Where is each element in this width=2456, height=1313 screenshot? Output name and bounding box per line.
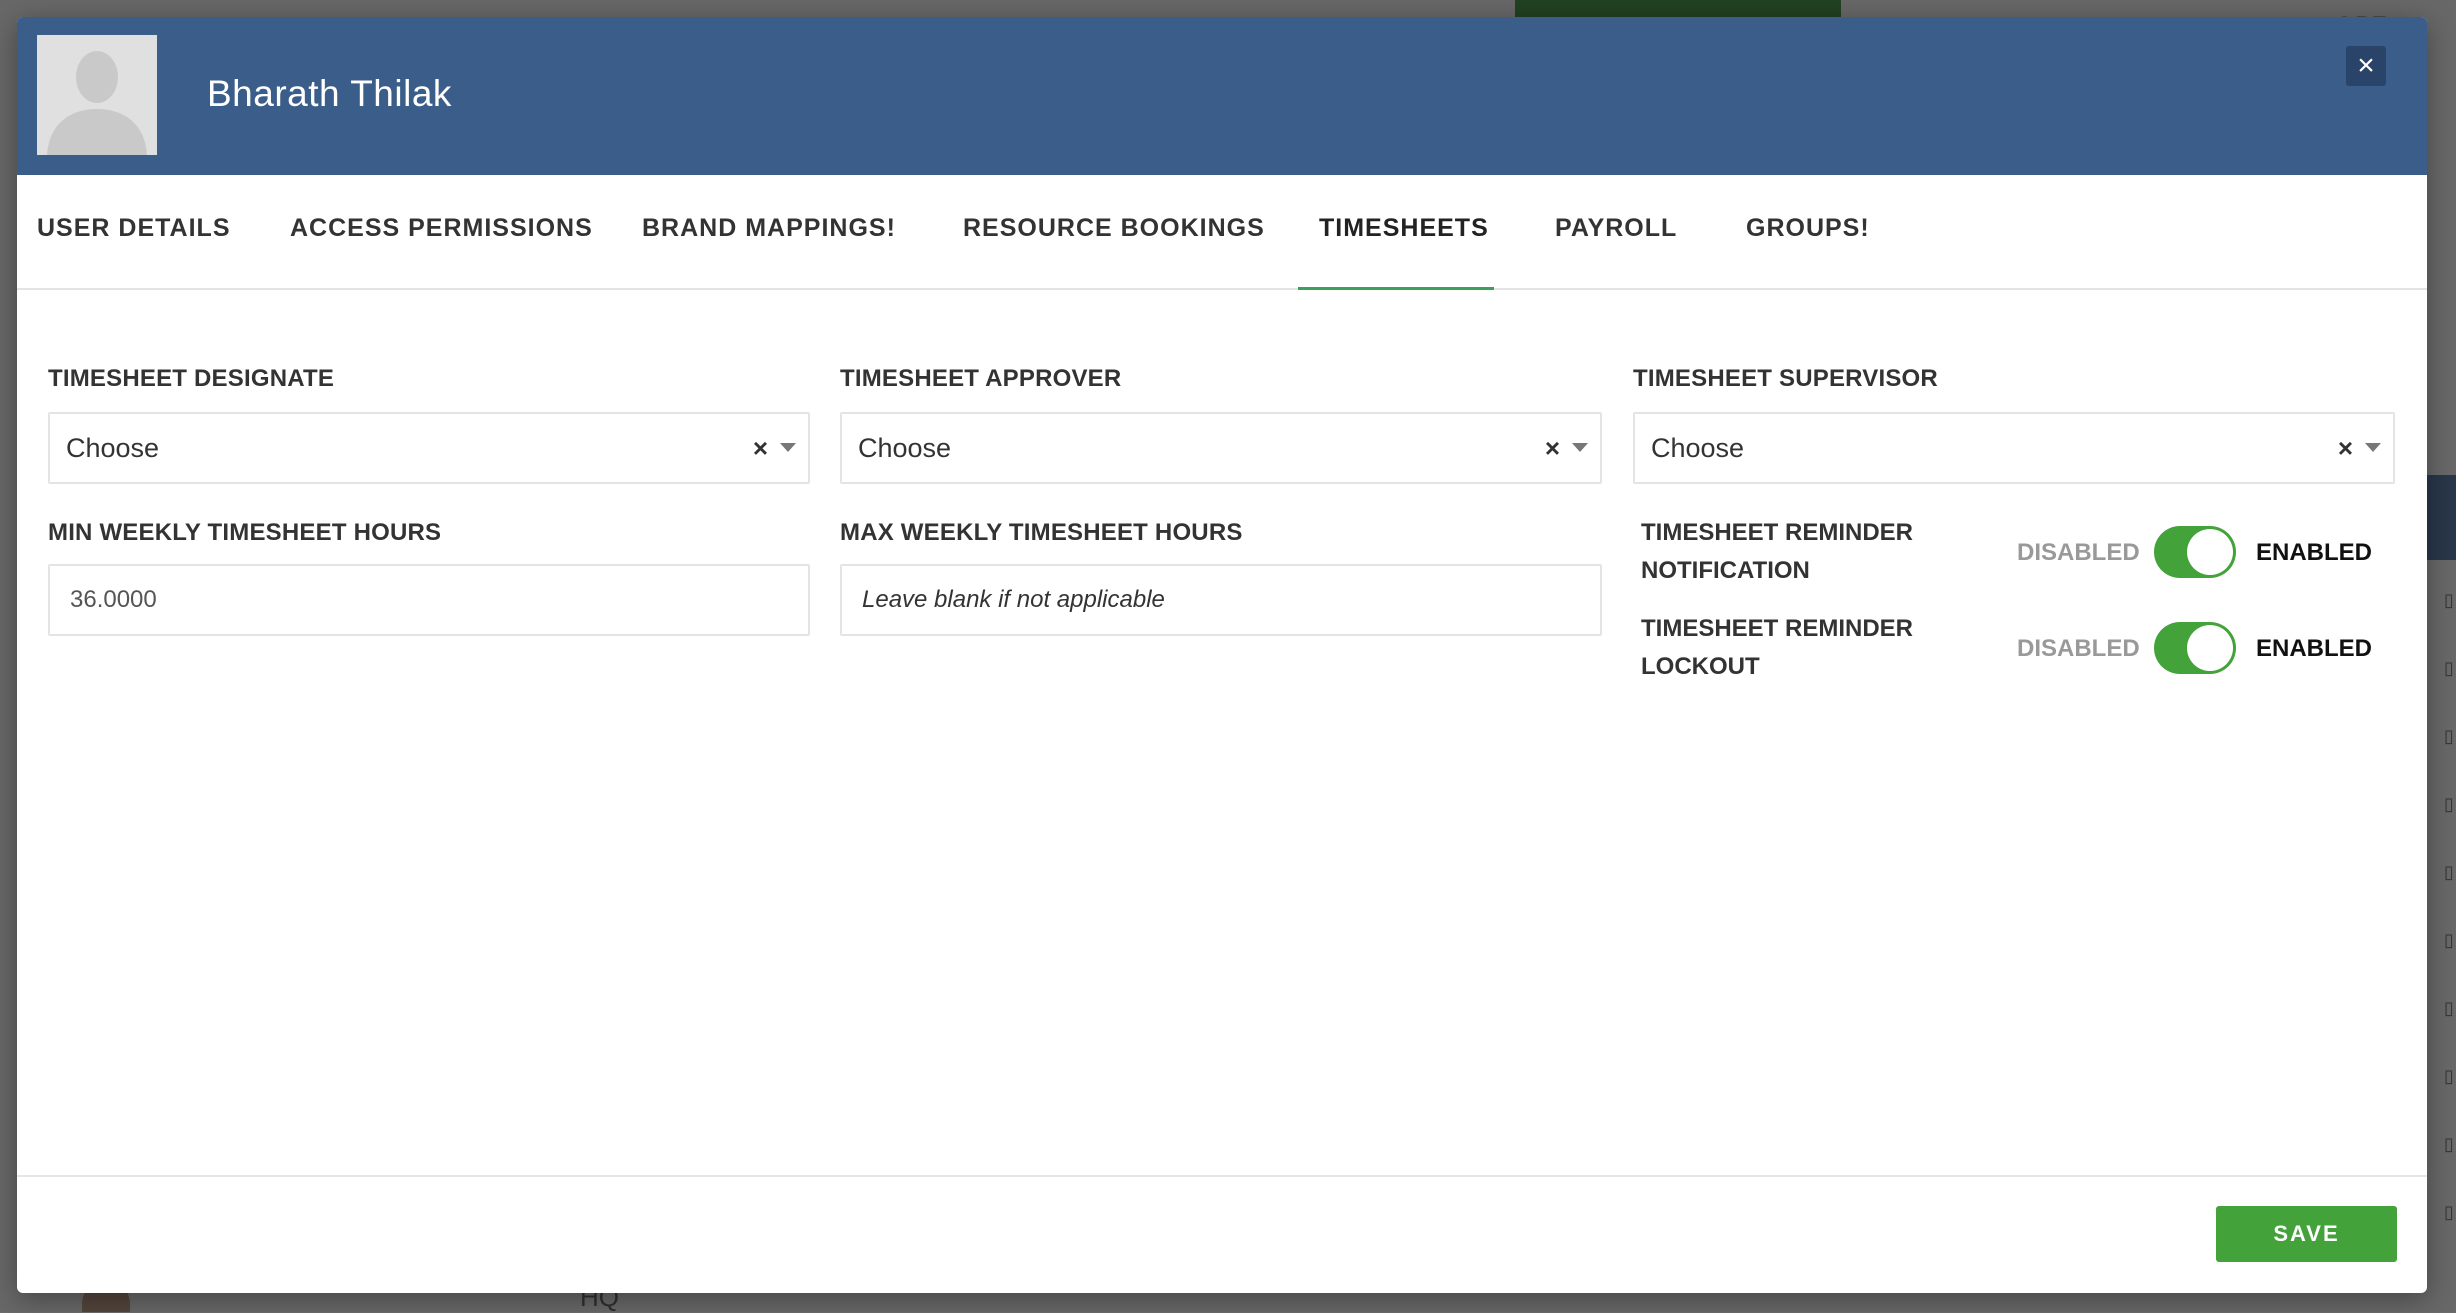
reminder-lockout-toggle[interactable] [2154,622,2236,674]
reminder-notification-toggle[interactable] [2154,526,2236,578]
user-silhouette-icon [37,35,157,155]
approver-label: TIMESHEET APPROVER [840,365,1122,392]
tab-user-details[interactable]: USER DETAILS [37,175,231,290]
tab-timesheets[interactable]: TIMESHEETS [1319,175,1489,290]
designate-value: Choose [66,433,160,463]
save-button[interactable]: SAVE [2216,1206,2397,1262]
chevron-down-icon[interactable] [2365,443,2381,452]
chevron-down-icon[interactable] [780,443,796,452]
clear-icon[interactable]: × [1545,414,1560,482]
approver-value: Choose [858,433,952,463]
tab-resource-bookings[interactable]: RESOURCE BOOKINGS [963,175,1265,290]
tab-brand-mappings[interactable]: BRAND MAPPINGS! [642,175,896,290]
approver-select[interactable]: Choose × [840,412,1602,484]
max-hours-input[interactable] [840,564,1602,636]
supervisor-select[interactable]: Choose × [1633,412,2395,484]
modal-header: Bharath Thilak × [17,17,2427,175]
supervisor-label: TIMESHEET SUPERVISOR [1633,365,1938,392]
designate-select[interactable]: Choose × [48,412,810,484]
reminder-lockout-label-line1: TIMESHEET REMINDER [1641,615,1914,642]
tab-payroll[interactable]: PAYROLL [1555,175,1677,290]
reminder-lockout-label-line2: LOCKOUT [1641,653,1760,680]
reminder-notification-disabled-label: DISABLED [2017,539,2140,566]
reminder-notification-enabled-label: ENABLED [2256,539,2373,566]
toggle-knob [2187,529,2233,575]
reminder-lockout-enabled-label: ENABLED [2256,635,2373,662]
reminder-notification-label: TIMESHEET REMINDER NOTIFICATION [1641,514,1971,590]
reminder-lockout-disabled-label: DISABLED [2017,635,2140,662]
min-hours-input[interactable] [48,564,810,636]
max-hours-label: MAX WEEKLY TIMESHEET HOURS [840,519,1243,546]
clear-icon[interactable]: × [2338,414,2353,482]
footer-divider [17,1175,2427,1177]
reminder-notification-label-line2: NOTIFICATION [1641,557,1810,584]
min-hours-label: MIN WEEKLY TIMESHEET HOURS [48,519,442,546]
tab-access-permissions[interactable]: ACCESS PERMISSIONS [290,175,593,290]
supervisor-value: Choose [1651,433,1745,463]
designate-label: TIMESHEET DESIGNATE [48,365,335,392]
chevron-down-icon[interactable] [1572,443,1588,452]
reminder-lockout-label: TIMESHEET REMINDER LOCKOUT [1641,610,1971,686]
clear-icon[interactable]: × [753,414,768,482]
close-icon[interactable]: × [2346,46,2386,86]
reminder-notification-label-line1: TIMESHEET REMINDER [1641,519,1914,546]
active-tab-indicator [1298,287,1494,290]
tab-bar: USER DETAILS ACCESS PERMISSIONS BRAND MA… [17,175,2427,290]
avatar [37,35,157,155]
toggle-knob [2187,625,2233,671]
user-name: Bharath Thilak [207,73,452,114]
user-modal: Bharath Thilak × USER DETAILS ACCESS PER… [17,17,2427,1293]
tab-groups[interactable]: GROUPS! [1746,175,1870,290]
